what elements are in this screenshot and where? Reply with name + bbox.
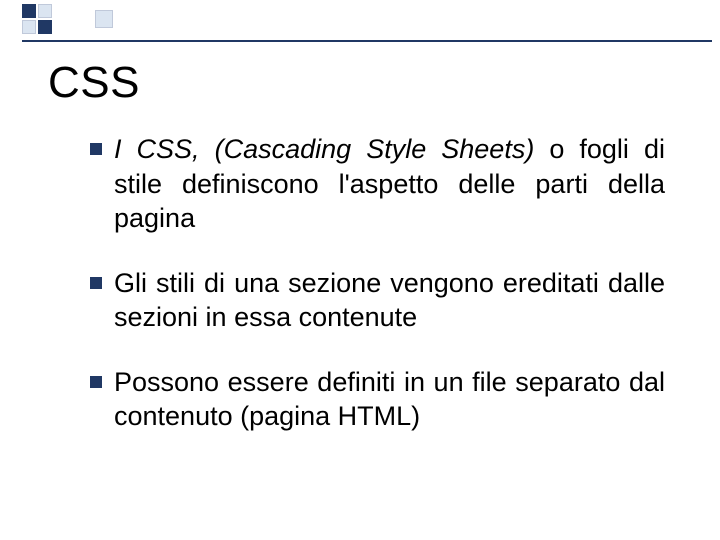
slide-title: CSS — [48, 58, 140, 108]
decor-square-icon — [95, 10, 113, 28]
list-item: Gli stili di una sezione vengono eredita… — [90, 266, 665, 335]
decor-square-icon — [22, 4, 36, 18]
text-span: Possono essere definiti in un file separ… — [114, 367, 665, 432]
italic-span: I CSS, (Cascading Style Sheets) — [114, 134, 534, 164]
decor-square-icon — [38, 4, 52, 18]
list-item: Possono essere definiti in un file separ… — [90, 365, 665, 434]
bullet-icon — [90, 376, 102, 388]
decor-square-icon — [22, 20, 36, 34]
list-item-text: I CSS, (Cascading Style Sheets) o fogli … — [114, 132, 665, 236]
slide-content: I CSS, (Cascading Style Sheets) o fogli … — [90, 132, 665, 464]
decor-square-icon — [38, 20, 52, 34]
slide: CSS I CSS, (Cascading Style Sheets) o fo… — [0, 0, 720, 540]
text-span: Gli stili di una sezione vengono eredita… — [114, 268, 665, 333]
header-divider — [22, 40, 712, 42]
bullet-icon — [90, 277, 102, 289]
list-item: I CSS, (Cascading Style Sheets) o fogli … — [90, 132, 665, 236]
list-item-text: Possono essere definiti in un file separ… — [114, 365, 665, 434]
header-decoration — [0, 0, 720, 36]
list-item-text: Gli stili di una sezione vengono eredita… — [114, 266, 665, 335]
bullet-icon — [90, 143, 102, 155]
